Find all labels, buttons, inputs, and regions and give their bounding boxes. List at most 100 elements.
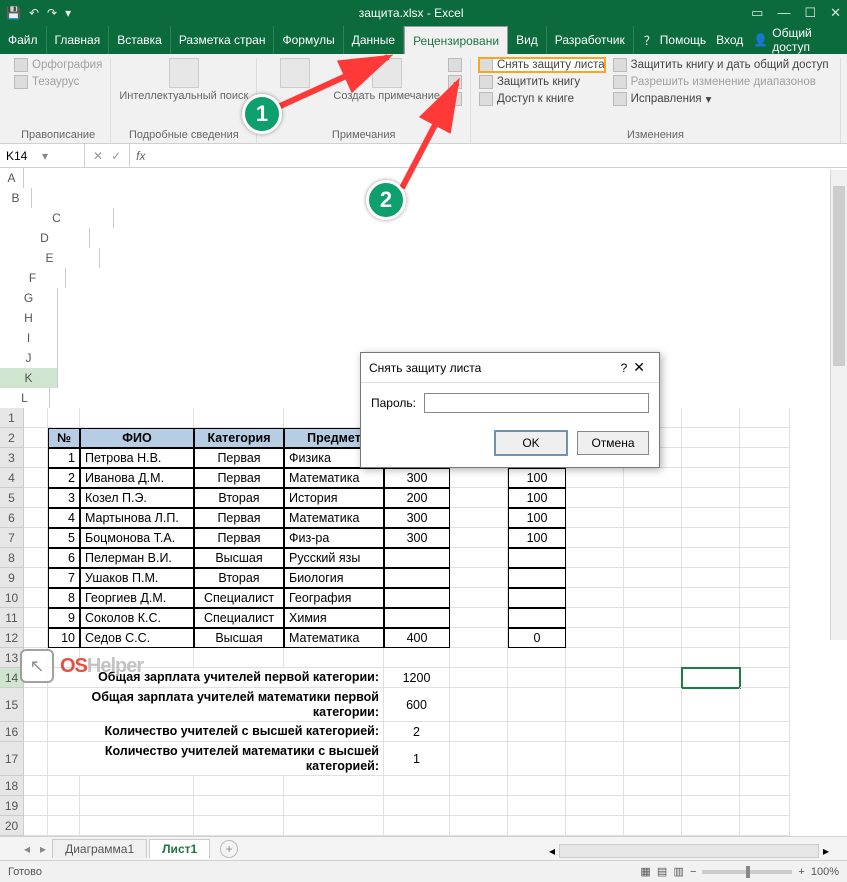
cell[interactable] xyxy=(24,428,48,448)
cell[interactable] xyxy=(450,668,508,688)
cell[interactable] xyxy=(624,688,682,722)
tab-view[interactable]: Вид xyxy=(508,26,547,54)
protect-workbook-button[interactable]: Защитить книгу xyxy=(479,75,605,89)
cell[interactable]: 0 xyxy=(508,628,566,648)
cell[interactable] xyxy=(450,796,508,816)
cell[interactable] xyxy=(682,568,740,588)
cell[interactable] xyxy=(508,588,566,608)
cell[interactable]: 8 xyxy=(48,588,80,608)
cell[interactable] xyxy=(624,608,682,628)
cell[interactable]: Физ-ра xyxy=(284,528,384,548)
cell[interactable]: Специалист xyxy=(194,608,284,628)
cell[interactable] xyxy=(80,776,194,796)
ribbon-options-icon[interactable]: ▭ xyxy=(751,5,763,21)
cell[interactable] xyxy=(740,668,790,688)
cell[interactable] xyxy=(624,628,682,648)
cell[interactable] xyxy=(566,796,624,816)
cell[interactable]: 600 xyxy=(384,688,450,722)
cell[interactable] xyxy=(740,428,790,448)
cell[interactable] xyxy=(682,742,740,776)
tab-data[interactable]: Данные xyxy=(344,26,404,54)
view-normal-icon[interactable]: ▦ xyxy=(640,865,650,878)
cell[interactable] xyxy=(450,588,508,608)
zoom-out-icon[interactable]: − xyxy=(690,866,696,878)
cell[interactable] xyxy=(682,468,740,488)
cell[interactable] xyxy=(450,776,508,796)
cell[interactable]: Высшая xyxy=(194,548,284,568)
row-header[interactable]: 11 xyxy=(0,608,24,628)
cell[interactable] xyxy=(682,548,740,568)
row-header[interactable]: 6 xyxy=(0,508,24,528)
tab-developer[interactable]: Разработчик xyxy=(547,26,634,54)
row-header[interactable]: 8 xyxy=(0,548,24,568)
cell[interactable] xyxy=(624,722,682,742)
cell[interactable]: 100 xyxy=(508,468,566,488)
cell[interactable] xyxy=(566,668,624,688)
tab-layout[interactable]: Разметка стран xyxy=(171,26,275,54)
cell[interactable] xyxy=(24,796,48,816)
col-header[interactable]: F xyxy=(0,268,66,288)
cell[interactable] xyxy=(24,468,48,488)
cell[interactable] xyxy=(566,688,624,722)
password-input[interactable] xyxy=(424,393,649,413)
close-icon[interactable]: ✕ xyxy=(830,5,841,21)
cell[interactable] xyxy=(508,668,566,688)
dialog-close-icon[interactable]: ✕ xyxy=(627,359,651,376)
cell[interactable] xyxy=(284,796,384,816)
cell[interactable]: 300 xyxy=(384,508,450,528)
cell[interactable] xyxy=(624,816,682,836)
col-header[interactable]: A xyxy=(0,168,24,188)
sheet-tab[interactable]: Лист1 xyxy=(149,839,210,859)
tab-review[interactable]: Рецензировани xyxy=(404,26,508,54)
cell[interactable] xyxy=(682,668,740,688)
cell[interactable] xyxy=(740,588,790,608)
cell[interactable] xyxy=(194,776,284,796)
cell[interactable] xyxy=(624,796,682,816)
cancel-button[interactable]: Отмена xyxy=(577,431,649,455)
maximize-icon[interactable]: ☐ xyxy=(804,5,816,21)
cell[interactable] xyxy=(740,688,790,722)
cell[interactable] xyxy=(48,408,80,428)
cell[interactable] xyxy=(682,628,740,648)
col-header[interactable]: K xyxy=(0,368,58,388)
row-header[interactable]: 1 xyxy=(0,408,24,428)
cell[interactable] xyxy=(450,508,508,528)
smart-lookup-button[interactable]: Интеллектуальный поиск xyxy=(119,58,248,102)
cell[interactable]: 400 xyxy=(384,628,450,648)
cell[interactable]: 100 xyxy=(508,488,566,508)
redo-icon[interactable]: ↷ xyxy=(47,6,57,20)
cell[interactable] xyxy=(450,568,508,588)
cell[interactable] xyxy=(508,608,566,628)
share-workbook-button[interactable]: Доступ к книге xyxy=(479,92,605,106)
cell[interactable]: 100 xyxy=(508,528,566,548)
cell[interactable] xyxy=(624,588,682,608)
cell[interactable] xyxy=(682,688,740,722)
row-header[interactable]: 19 xyxy=(0,796,24,816)
cell[interactable] xyxy=(24,408,48,428)
cell[interactable] xyxy=(740,408,790,428)
cell[interactable]: Первая xyxy=(194,468,284,488)
cell[interactable] xyxy=(508,568,566,588)
cell[interactable] xyxy=(624,548,682,568)
cell[interactable] xyxy=(566,568,624,588)
cell[interactable] xyxy=(24,508,48,528)
cell[interactable]: 9 xyxy=(48,608,80,628)
cell[interactable] xyxy=(24,448,48,468)
cell[interactable]: Соколов К.С. xyxy=(80,608,194,628)
delete-comment-button[interactable] xyxy=(448,58,462,72)
cell[interactable]: Первая xyxy=(194,528,284,548)
view-layout-icon[interactable]: ▤ xyxy=(657,865,667,878)
cell[interactable]: Первая xyxy=(194,448,284,468)
col-header[interactable]: I xyxy=(0,328,58,348)
cell[interactable]: География xyxy=(284,588,384,608)
cell[interactable] xyxy=(566,816,624,836)
cell[interactable] xyxy=(566,548,624,568)
cell[interactable] xyxy=(682,648,740,668)
add-sheet-button[interactable]: + xyxy=(220,840,238,858)
cell[interactable] xyxy=(624,508,682,528)
cell[interactable]: Иванова Д.М. xyxy=(80,468,194,488)
cell[interactable] xyxy=(682,816,740,836)
name-box[interactable]: K14▾ xyxy=(0,144,85,167)
cell[interactable]: 100 xyxy=(508,508,566,528)
thesaurus-button[interactable]: Тезаурус xyxy=(14,75,102,89)
